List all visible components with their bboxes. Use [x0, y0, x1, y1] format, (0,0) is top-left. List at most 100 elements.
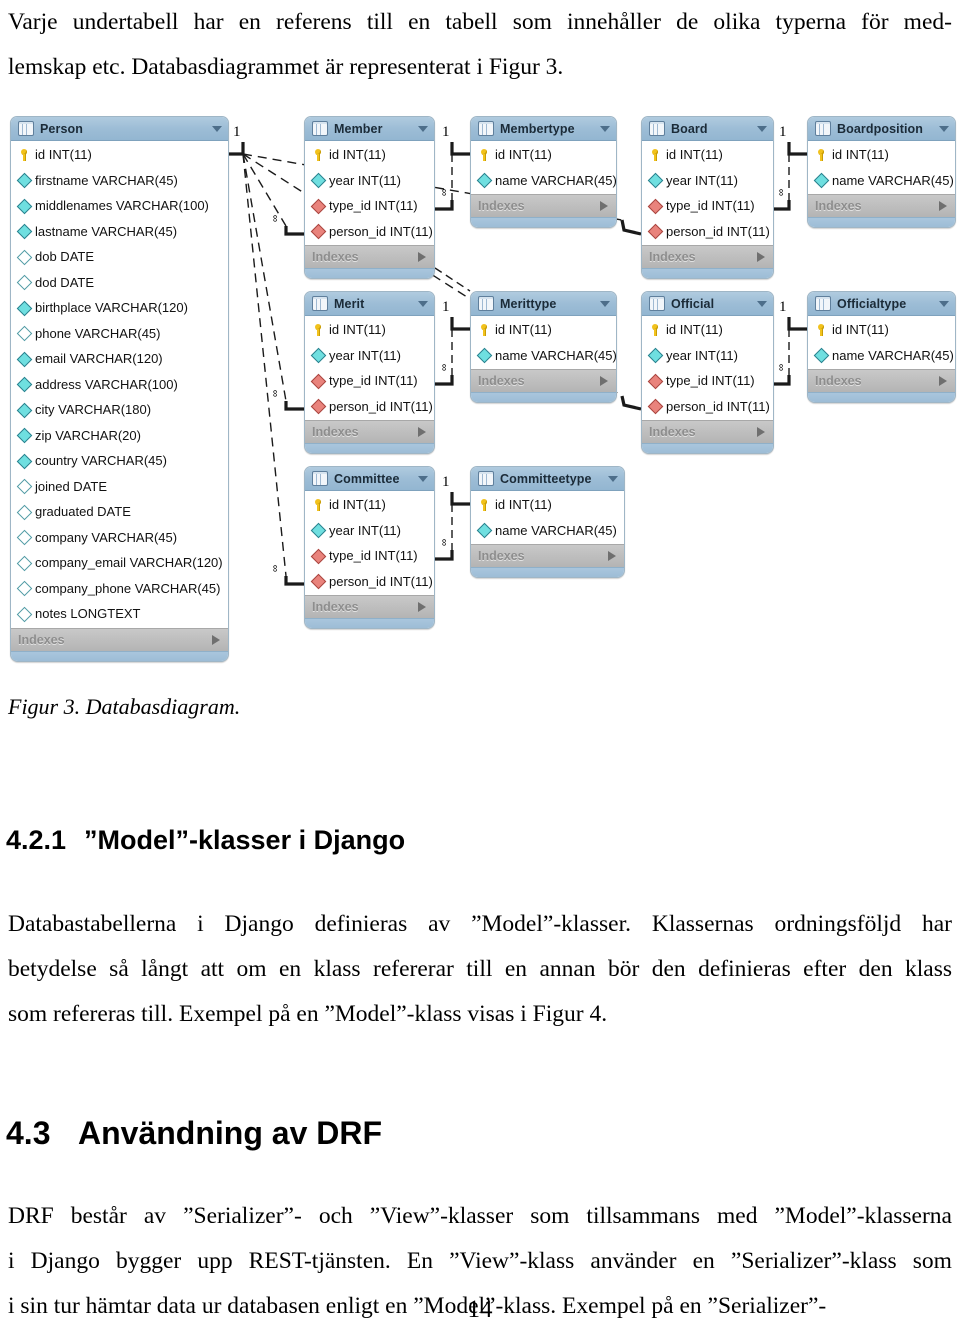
er-column[interactable]: person_id INT(11) — [642, 394, 773, 420]
expand-arrow-icon[interactable] — [600, 201, 608, 211]
er-column[interactable]: id INT(11) — [471, 492, 624, 518]
er-column[interactable]: graduated DATE — [11, 499, 228, 525]
er-column[interactable]: dod DATE — [11, 270, 228, 296]
er-table-committee[interactable]: Committee id INT(11) year INT(11) type_id I… — [304, 466, 435, 629]
er-column[interactable]: firstname VARCHAR(45) — [11, 168, 228, 194]
er-column[interactable]: joined DATE — [11, 474, 228, 500]
er-column[interactable]: birthplace VARCHAR(120) — [11, 295, 228, 321]
er-column[interactable]: company_email VARCHAR(120) — [11, 550, 228, 576]
er-column[interactable]: address VARCHAR(100) — [11, 372, 228, 398]
er-table-merit[interactable]: Merit id INT(11) year INT(11) type_id INT(1… — [304, 291, 435, 454]
er-column[interactable]: dob DATE — [11, 244, 228, 270]
er-column[interactable]: id INT(11) — [642, 142, 773, 168]
expand-arrow-icon[interactable] — [608, 551, 616, 561]
er-indexes-row[interactable]: Indexes — [471, 369, 616, 392]
er-column[interactable]: id INT(11) — [305, 317, 434, 343]
er-column[interactable]: company_phone VARCHAR(45) — [11, 576, 228, 602]
er-column[interactable]: name VARCHAR(45) — [471, 518, 624, 544]
er-column[interactable]: type_id INT(11) — [305, 368, 434, 394]
er-column[interactable]: person_id INT(11) — [305, 219, 434, 245]
er-column[interactable]: email VARCHAR(120) — [11, 346, 228, 372]
er-column[interactable]: type_id INT(11) — [642, 193, 773, 219]
er-table-officialtype[interactable]: Officialtype id INT(11) name VARCHAR(45) In… — [807, 291, 956, 403]
er-column[interactable]: id INT(11) — [11, 142, 228, 168]
expand-arrow-icon[interactable] — [418, 252, 426, 262]
er-table-header[interactable]: Officialtype — [808, 292, 955, 316]
er-column[interactable]: name VARCHAR(45) — [808, 343, 955, 369]
expand-arrow-icon[interactable] — [418, 427, 426, 437]
er-indexes-row[interactable]: Indexes — [642, 420, 773, 443]
er-table-header[interactable]: Official — [642, 292, 773, 316]
er-indexes-row[interactable]: Indexes — [642, 245, 773, 268]
er-table-header[interactable]: Committee — [305, 467, 434, 491]
er-column[interactable]: id INT(11) — [808, 317, 955, 343]
chevron-down-icon[interactable] — [418, 125, 428, 132]
er-indexes-row[interactable]: Indexes — [471, 544, 624, 567]
er-column[interactable]: year INT(11) — [642, 343, 773, 369]
chevron-down-icon[interactable] — [757, 300, 767, 307]
er-column[interactable]: type_id INT(11) — [305, 543, 434, 569]
er-indexes-row[interactable]: Indexes — [305, 420, 434, 443]
chevron-down-icon[interactable] — [757, 125, 767, 132]
er-table-header[interactable]: Boardposition — [808, 117, 955, 141]
er-table-header[interactable]: Committeetype — [471, 467, 624, 491]
er-column[interactable]: lastname VARCHAR(45) — [11, 219, 228, 245]
er-column[interactable]: id INT(11) — [305, 492, 434, 518]
chevron-down-icon[interactable] — [939, 300, 949, 307]
er-column[interactable]: id INT(11) — [471, 142, 616, 168]
chevron-down-icon[interactable] — [212, 125, 222, 132]
chevron-down-icon[interactable] — [939, 125, 949, 132]
chevron-down-icon[interactable] — [418, 300, 428, 307]
er-table-person[interactable]: Person id INT(11) firstname VARCHAR(45) mid… — [10, 116, 229, 662]
expand-arrow-icon[interactable] — [757, 427, 765, 437]
er-column[interactable]: person_id INT(11) — [305, 394, 434, 420]
expand-arrow-icon[interactable] — [939, 376, 947, 386]
er-column[interactable]: name VARCHAR(45) — [471, 168, 616, 194]
er-column[interactable]: notes LONGTEXT — [11, 601, 228, 627]
er-indexes-row[interactable]: Indexes — [305, 245, 434, 268]
er-table-header[interactable]: Membertype — [471, 117, 616, 141]
er-indexes-row[interactable]: Indexes — [808, 369, 955, 392]
er-table-board[interactable]: Board id INT(11) year INT(11) type_id INT(1… — [641, 116, 774, 279]
er-column[interactable]: company VARCHAR(45) — [11, 525, 228, 551]
er-table-member[interactable]: Member id INT(11) year INT(11) type_id INT(… — [304, 116, 435, 279]
er-column[interactable]: country VARCHAR(45) — [11, 448, 228, 474]
chevron-down-icon[interactable] — [608, 475, 618, 482]
er-column[interactable]: id INT(11) — [642, 317, 773, 343]
expand-arrow-icon[interactable] — [939, 201, 947, 211]
er-column[interactable]: type_id INT(11) — [305, 193, 434, 219]
er-column[interactable]: middlenames VARCHAR(100) — [11, 193, 228, 219]
er-column[interactable]: city VARCHAR(180) — [11, 397, 228, 423]
er-column[interactable]: year INT(11) — [305, 518, 434, 544]
er-table-header[interactable]: Merit — [305, 292, 434, 316]
er-table-header[interactable]: Board — [642, 117, 773, 141]
er-column[interactable]: id INT(11) — [471, 317, 616, 343]
chevron-down-icon[interactable] — [600, 125, 610, 132]
er-column[interactable]: year INT(11) — [305, 343, 434, 369]
er-column[interactable]: type_id INT(11) — [642, 368, 773, 394]
er-table-membertype[interactable]: Membertype id INT(11) name VARCHAR(45) Inde… — [470, 116, 617, 228]
er-column[interactable]: name VARCHAR(45) — [471, 343, 616, 369]
chevron-down-icon[interactable] — [600, 300, 610, 307]
er-table-header[interactable]: Merittype — [471, 292, 616, 316]
er-table-header[interactable]: Member — [305, 117, 434, 141]
er-indexes-row[interactable]: Indexes — [471, 194, 616, 217]
chevron-down-icon[interactable] — [418, 475, 428, 482]
er-table-boardposition[interactable]: Boardposition id INT(11) name VARCHAR(45) I… — [807, 116, 956, 228]
er-table-committeetype[interactable]: Committeetype id INT(11) name VARCHAR(45) I… — [470, 466, 625, 578]
er-indexes-row[interactable]: Indexes — [305, 595, 434, 618]
er-column[interactable]: id INT(11) — [305, 142, 434, 168]
expand-arrow-icon[interactable] — [212, 634, 220, 645]
er-column[interactable]: person_id INT(11) — [642, 219, 773, 245]
expand-arrow-icon[interactable] — [418, 602, 426, 612]
er-column[interactable]: year INT(11) — [305, 168, 434, 194]
er-table-official[interactable]: Official id INT(11) year INT(11) type_id IN… — [641, 291, 774, 454]
er-column[interactable]: name VARCHAR(45) — [808, 168, 955, 194]
er-table-merittype[interactable]: Merittype id INT(11) name VARCHAR(45) Index… — [470, 291, 617, 403]
er-indexes-row[interactable]: Indexes — [11, 627, 228, 651]
er-column[interactable]: zip VARCHAR(20) — [11, 423, 228, 449]
expand-arrow-icon[interactable] — [600, 376, 608, 386]
expand-arrow-icon[interactable] — [757, 252, 765, 262]
er-table-header[interactable]: Person — [11, 117, 228, 141]
er-column[interactable]: phone VARCHAR(45) — [11, 321, 228, 347]
